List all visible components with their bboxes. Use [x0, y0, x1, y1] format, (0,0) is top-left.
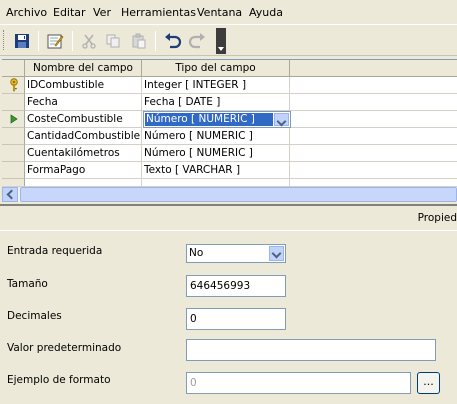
- field-name-cell[interactable]: IDCombustible: [25, 77, 142, 94]
- row-selector[interactable]: [2, 94, 25, 111]
- field-type-dropdown[interactable]: Número [ NUMERIC ]: [143, 111, 291, 128]
- toolbar-separator: [38, 31, 39, 51]
- row-selector[interactable]: [2, 111, 25, 128]
- description-cell[interactable]: [291, 111, 457, 128]
- menu-ayuda[interactable]: Ayuda: [249, 6, 283, 19]
- more-options-icon[interactable]: [216, 28, 226, 54]
- field-type-cell[interactable]: Fecha [ DATE ]: [142, 94, 290, 111]
- decimals-label: Decimales: [7, 310, 62, 322]
- required-entry-select[interactable]: No: [186, 244, 286, 263]
- field-type-cell[interactable]: Integer [ INTEGER ]: [142, 77, 290, 94]
- default-value-field[interactable]: [186, 339, 436, 361]
- size-label: Tamaño: [7, 278, 48, 290]
- menu-ver[interactable]: Ver: [93, 6, 111, 19]
- menu-bar: Archivo Editar Ver Herramientas Ventana …: [0, 0, 457, 24]
- toolbar-grip[interactable]: [3, 30, 5, 50]
- row-selector[interactable]: [2, 128, 25, 145]
- field-name-cell[interactable]: CosteCombustible: [25, 111, 142, 128]
- menu-herramientas[interactable]: Herramientas: [121, 6, 196, 19]
- primary-key-icon: [10, 78, 18, 92]
- field-type-cell[interactable]: Número [ NUMERIC ]: [142, 145, 290, 162]
- properties-title: Propied: [417, 212, 457, 224]
- scrollbar-thumb[interactable]: [20, 187, 457, 202]
- table-row[interactable]: CantidadCombustible Número [ NUMERIC ]: [2, 128, 457, 145]
- table-row[interactable]: FormaPago Texto [ VARCHAR ]: [2, 162, 457, 179]
- pane-splitter[interactable]: [0, 202, 457, 206]
- scroll-left-arrow-icon[interactable]: [2, 187, 18, 202]
- table-row[interactable]: IDCombustible Integer [ INTEGER ]: [2, 77, 457, 94]
- undo-icon[interactable]: [162, 30, 184, 52]
- paste-icon[interactable]: [128, 30, 150, 52]
- column-header-field-name[interactable]: Nombre del campo: [25, 60, 142, 77]
- decimals-field[interactable]: 0: [186, 308, 286, 330]
- description-cell[interactable]: [290, 145, 457, 162]
- required-entry-value: No: [189, 247, 204, 259]
- menu-ventana[interactable]: Ventana: [197, 6, 242, 19]
- grid-header: Nombre del campo Tipo del campo: [2, 60, 457, 77]
- row-selector[interactable]: [2, 162, 25, 179]
- format-example-label: Ejemplo de formato: [7, 374, 111, 386]
- size-field[interactable]: 646456993: [186, 275, 286, 297]
- field-type-selected-value[interactable]: Número [ NUMERIC ]: [145, 113, 273, 126]
- field-name-cell[interactable]: CantidadCombustible: [25, 128, 142, 145]
- table-row[interactable]: Cuentakilómetros Número [ NUMERIC ]: [2, 145, 457, 162]
- field-name-cell[interactable]: Fecha: [25, 94, 142, 111]
- current-row-arrow-icon: [10, 114, 18, 124]
- edit-icon[interactable]: [44, 30, 66, 52]
- redo-icon[interactable]: [186, 30, 208, 52]
- chevron-down-icon[interactable]: [269, 246, 284, 261]
- save-icon[interactable]: [11, 30, 33, 52]
- table-row[interactable]: CosteCombustible Número [ NUMERIC ]: [2, 111, 457, 128]
- toolbar-separator: [72, 31, 73, 51]
- field-design-grid: Nombre del campo Tipo del campo IDCombus…: [2, 59, 457, 188]
- format-example-field: 0: [186, 372, 411, 394]
- menu-editar[interactable]: Editar: [53, 6, 86, 19]
- row-header-corner: [2, 60, 25, 77]
- format-button[interactable]: ...: [417, 372, 440, 394]
- cut-icon[interactable]: [78, 30, 100, 52]
- description-cell[interactable]: [290, 128, 457, 145]
- chevron-down-icon[interactable]: [274, 113, 289, 126]
- row-selector[interactable]: [2, 77, 25, 94]
- standard-toolbar: [0, 24, 457, 56]
- menu-archivo[interactable]: Archivo: [6, 6, 47, 19]
- toolbar-separator: [155, 31, 156, 51]
- field-type-cell[interactable]: Texto [ VARCHAR ]: [142, 162, 290, 179]
- field-name-cell[interactable]: FormaPago: [25, 162, 142, 179]
- field-name-cell[interactable]: Cuentakilómetros: [25, 145, 142, 162]
- description-cell[interactable]: [290, 77, 457, 94]
- field-type-cell[interactable]: Número [ NUMERIC ]: [142, 128, 290, 145]
- row-selector[interactable]: [2, 145, 25, 162]
- column-header-field-type[interactable]: Tipo del campo: [142, 60, 290, 77]
- copy-icon[interactable]: [102, 30, 124, 52]
- description-cell[interactable]: [290, 94, 457, 111]
- table-row[interactable]: Fecha Fecha [ DATE ]: [2, 94, 457, 111]
- horizontal-scrollbar[interactable]: [2, 186, 457, 202]
- default-value-label: Valor predeterminado: [7, 342, 122, 354]
- required-entry-label: Entrada requerida: [7, 245, 103, 257]
- field-properties-pane: Propied Entrada requerida No Tamaño 6464…: [0, 208, 457, 404]
- divider: [0, 230, 457, 231]
- description-cell[interactable]: [290, 162, 457, 179]
